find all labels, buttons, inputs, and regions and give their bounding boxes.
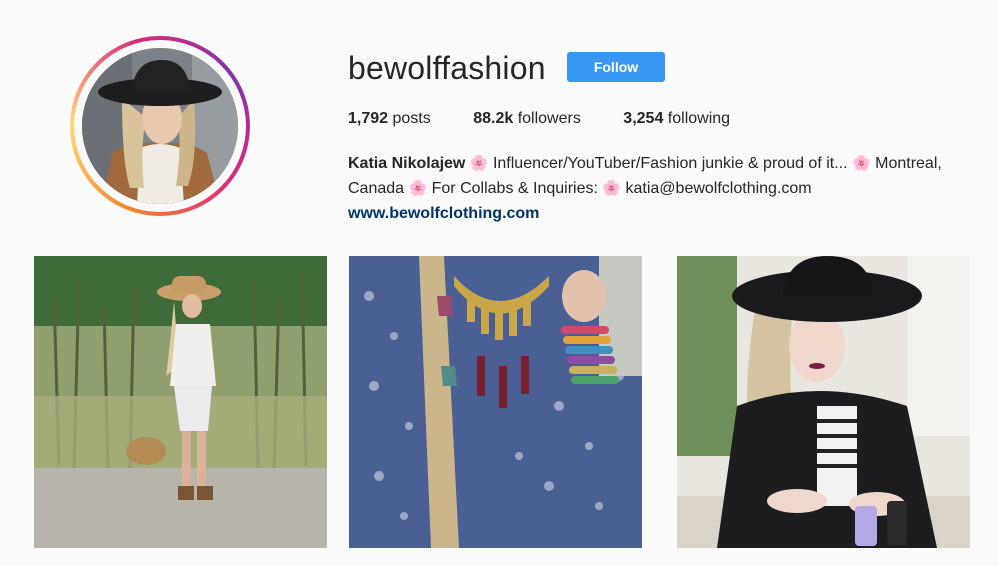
post-thumbnail-1[interactable] bbox=[34, 256, 327, 548]
flower-emoji-icon: 🌸 bbox=[408, 180, 428, 197]
profile-username: bewolffashion bbox=[348, 50, 546, 86]
posts-count: 1,792 bbox=[348, 110, 389, 127]
bio-text-part-3: For Collabs & Inquiries: bbox=[427, 180, 603, 197]
followers-label: followers bbox=[517, 110, 581, 127]
profile-bio: Katia Nikolajew 🌸 Influencer/YouTuber/Fa… bbox=[348, 151, 988, 201]
avatar-inner-border bbox=[74, 40, 246, 212]
flower-emoji-icon: 🌸 bbox=[852, 155, 871, 172]
follow-button[interactable]: Follow bbox=[567, 52, 665, 82]
post-thumbnail-3[interactable] bbox=[677, 256, 970, 548]
profile-full-name: Katia Nikolajew bbox=[348, 155, 466, 172]
posts-stat: 1,792 posts bbox=[348, 108, 431, 130]
flower-emoji-icon: 🌸 bbox=[469, 155, 489, 172]
profile-stats: 1,792 posts 88.2k followers 3,254 follow… bbox=[348, 108, 768, 130]
avatar bbox=[82, 48, 238, 204]
followers-stat[interactable]: 88.2k followers bbox=[473, 108, 581, 130]
profile-avatar-ring[interactable] bbox=[70, 36, 250, 216]
profile-website-link[interactable]: www.bewolfclothing.com bbox=[348, 202, 539, 226]
following-stat[interactable]: 3,254 following bbox=[623, 108, 730, 130]
flower-emoji-icon: 🌸 bbox=[602, 180, 622, 197]
bio-text-part-4: katia@bewolfclothing.com bbox=[621, 180, 812, 197]
posts-label: posts bbox=[392, 110, 431, 127]
following-label: following bbox=[667, 110, 731, 127]
bio-text-part-1: Influencer/YouTuber/Fashion junkie & pro… bbox=[488, 155, 852, 172]
followers-count: 88.2k bbox=[473, 110, 514, 127]
following-count: 3,254 bbox=[623, 110, 664, 127]
post-thumbnail-2[interactable] bbox=[349, 256, 642, 548]
